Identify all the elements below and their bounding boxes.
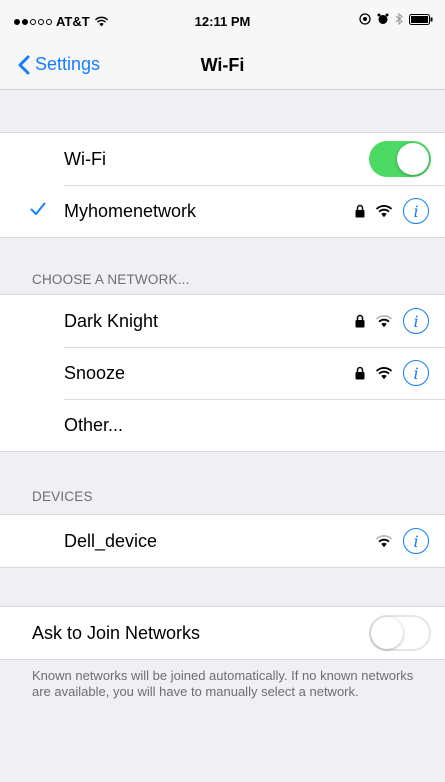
ask-to-join-row: Ask to Join Networks: [0, 607, 445, 659]
other-network-label: Other...: [64, 415, 124, 435]
navigation-bar: Settings Wi-Fi: [0, 40, 445, 90]
info-button[interactable]: i: [403, 308, 429, 334]
ask-to-join-footer: Known networks will be joined automatica…: [32, 668, 414, 699]
device-name: Dell_device: [64, 531, 158, 551]
other-network-row[interactable]: Other...: [0, 399, 445, 451]
wifi-toggle-row: Wi-Fi: [0, 133, 445, 185]
alarm-icon: [377, 13, 389, 24]
location-icon: [359, 13, 371, 25]
bluetooth-icon: [395, 13, 403, 25]
toggle-knob: [397, 143, 429, 175]
wifi-icon: [375, 535, 393, 548]
ask-to-join-group: Ask to Join Networks: [0, 606, 445, 660]
available-networks-group: Dark Knight i Snooze i Other...: [0, 294, 445, 452]
lock-icon: [355, 204, 365, 218]
wifi-icon: [375, 315, 393, 328]
choose-network-header: CHOOSE A NETWORK...: [32, 272, 190, 287]
network-row[interactable]: Snooze i: [0, 347, 445, 399]
status-bar: AT&T 12:11 PM: [0, 0, 445, 40]
wifi-group: Wi-Fi Myhomenetwork i: [0, 132, 445, 238]
status-icons: [359, 13, 433, 25]
lock-icon: [355, 314, 365, 328]
info-button[interactable]: i: [403, 528, 429, 554]
network-name: Snooze: [64, 363, 126, 383]
lock-icon: [355, 366, 365, 380]
wifi-toggle[interactable]: [369, 141, 431, 177]
connected-network-name: Myhomenetwork: [64, 201, 197, 221]
devices-group: Dell_device i: [0, 514, 445, 568]
network-name: Dark Knight: [64, 311, 159, 331]
battery-icon: [409, 13, 433, 25]
network-row[interactable]: Dark Knight i: [0, 295, 445, 347]
device-row[interactable]: Dell_device i: [0, 515, 445, 567]
info-button[interactable]: i: [403, 360, 429, 386]
info-button[interactable]: i: [403, 198, 429, 224]
wifi-icon: [375, 367, 393, 380]
checkmark-icon: [30, 202, 46, 215]
toggle-knob: [371, 617, 403, 649]
connected-network-row[interactable]: Myhomenetwork i: [0, 185, 445, 237]
ask-to-join-label: Ask to Join Networks: [32, 623, 201, 643]
ask-to-join-toggle[interactable]: [369, 615, 431, 651]
wifi-toggle-label: Wi-Fi: [64, 149, 106, 169]
wifi-icon: [375, 205, 393, 218]
page-title: Wi-Fi: [200, 55, 245, 75]
devices-header: DEVICES: [32, 489, 93, 504]
